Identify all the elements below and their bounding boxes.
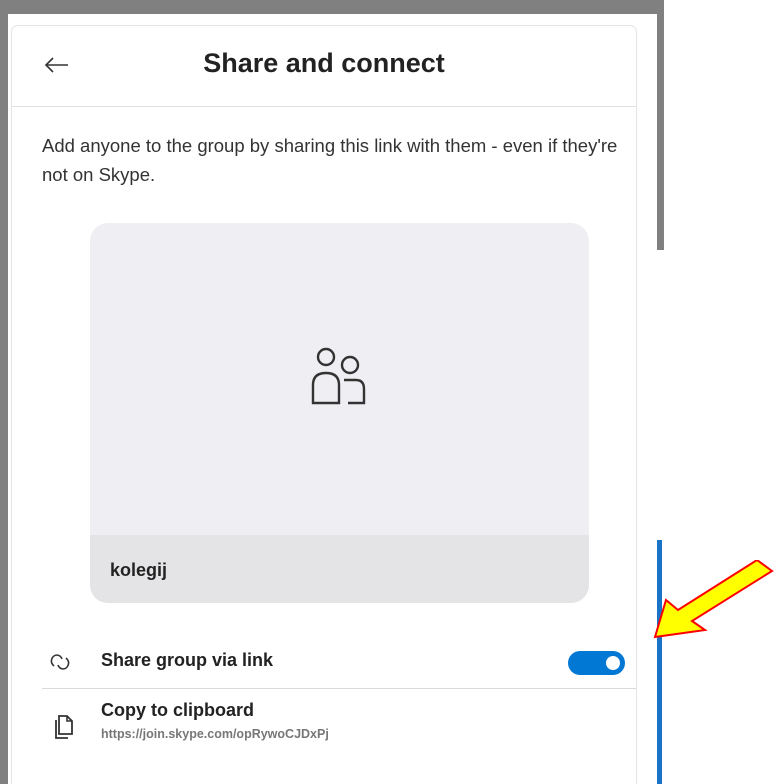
annotation-arrow-icon	[653, 560, 774, 639]
people-icon	[311, 347, 366, 405]
link-icon	[50, 654, 70, 670]
window-frame-right	[657, 0, 664, 250]
group-card: kolegij	[90, 223, 589, 603]
copy-to-clipboard-label: Copy to clipboard	[101, 700, 254, 720]
window-frame-top	[0, 0, 664, 14]
dialog-title: Share and connect	[203, 48, 445, 78]
share-via-link-label: Share group via link	[101, 650, 274, 670]
toggle-knob	[606, 656, 620, 670]
group-card-footer: kolegij	[90, 535, 589, 603]
share-dialog: Share and connect Add anyone to the grou…	[12, 26, 636, 784]
share-via-link-row[interactable]: Share group via link	[12, 626, 636, 696]
copy-to-clipboard-row[interactable]: Copy to clipboard https://join.skype.com…	[12, 690, 636, 784]
group-name: kolegij	[110, 560, 168, 580]
share-description: Add anyone to the group by sharing this …	[42, 135, 618, 185]
copy-icon	[55, 715, 73, 739]
share-link-toggle[interactable]	[568, 651, 625, 675]
dialog-header: Share and connect	[12, 26, 636, 107]
share-link-url: https://join.skype.com/opRywoCJDxPj	[101, 727, 329, 741]
window-frame-left	[0, 0, 8, 784]
divider	[42, 688, 636, 689]
